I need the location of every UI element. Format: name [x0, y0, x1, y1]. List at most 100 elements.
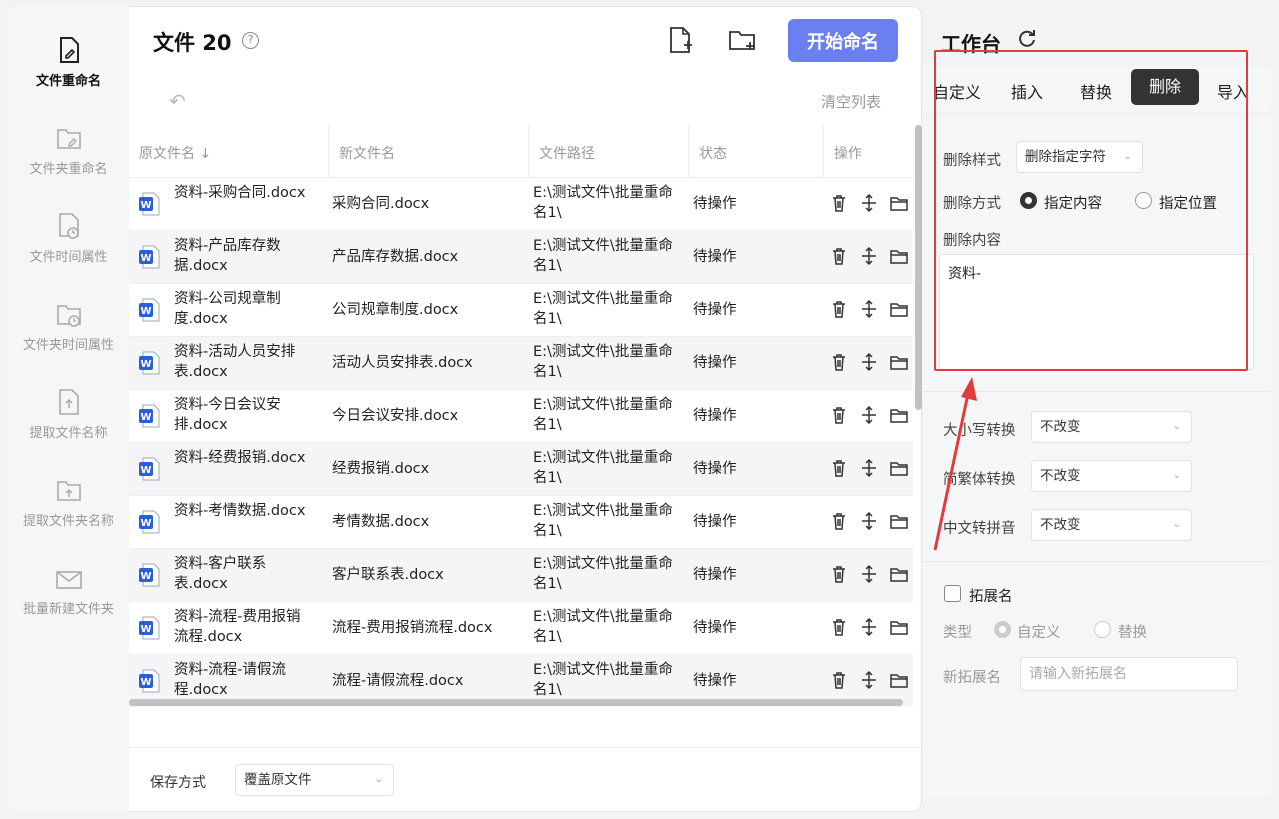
folder-extract-icon	[56, 481, 81, 501]
type-custom-radio[interactable]	[994, 621, 1011, 638]
move-icon[interactable]	[859, 299, 879, 319]
sidebar-item-batch-new-folder[interactable]: 批量新建文件夹	[8, 564, 129, 617]
move-icon[interactable]	[859, 405, 879, 425]
table-row[interactable]: W 资料-流程-费用报销流程.docx 流程-费用报销流程.docx E:\测试文件\…	[129, 601, 913, 654]
svg-text:W: W	[140, 518, 151, 529]
start-rename-button[interactable]: 开始命名	[788, 19, 898, 62]
trash-icon[interactable]	[829, 405, 849, 425]
file-edit-icon	[59, 37, 79, 63]
table-row[interactable]: W 资料-考情数据.docx 考情数据.docx E:\测试文件\批量重命名1\ 待操作	[129, 495, 913, 548]
vertical-scrollbar[interactable]	[915, 125, 922, 410]
original-name-cell: 资料-考情数据.docx	[174, 503, 306, 519]
open-folder-icon[interactable]	[889, 193, 909, 213]
new-name-cell: 考情数据.docx	[332, 514, 430, 530]
open-folder-icon[interactable]	[889, 617, 909, 637]
sidebar-item-file-time[interactable]: 文件时间属性	[8, 212, 129, 265]
traditional-select[interactable]: 不改变 ⌄	[1031, 460, 1192, 492]
move-icon[interactable]	[859, 511, 879, 531]
open-folder-icon[interactable]	[889, 299, 909, 319]
trash-icon[interactable]	[829, 458, 849, 478]
move-icon[interactable]	[859, 458, 879, 478]
sidebar-item-file-rename[interactable]: 文件重命名	[8, 36, 129, 89]
move-icon[interactable]	[859, 193, 879, 213]
status-cell: 待操作	[693, 620, 737, 636]
open-folder-icon[interactable]	[889, 564, 909, 584]
file-clock-icon	[58, 213, 79, 239]
row-actions	[829, 670, 909, 690]
add-file-icon[interactable]	[665, 25, 695, 55]
word-file-icon: W	[139, 404, 160, 428]
highlight-box	[934, 50, 1248, 371]
col-new-name: 新文件名	[339, 146, 395, 162]
new-extension-input[interactable]: 请输入新拓展名	[1020, 657, 1238, 691]
sidebar-item-folder-time[interactable]: 文件夹时间属性	[8, 300, 129, 353]
file-table: 原文件名 ↓ 新文件名 文件路径 状态 操作 W 资料-采购合同.docx 采购合同…	[129, 125, 913, 707]
chevron-down-icon: ⌄	[1172, 421, 1181, 432]
type-replace-radio[interactable]	[1094, 621, 1111, 638]
row-actions	[829, 193, 909, 213]
trash-icon[interactable]	[829, 617, 849, 637]
open-folder-icon[interactable]	[889, 670, 909, 690]
move-icon[interactable]	[859, 564, 879, 584]
sidebar-item-extract-folder-names[interactable]: 提取文件夹名称	[8, 476, 129, 529]
open-folder-icon[interactable]	[889, 352, 909, 372]
original-name-cell: 资料-产品库存数据.docx	[174, 238, 281, 274]
add-folder-icon[interactable]	[727, 25, 757, 55]
pinyin-select[interactable]: 不改变 ⌄	[1031, 509, 1192, 541]
table-row[interactable]: W 资料-经费报销.docx 经费报销.docx E:\测试文件\批量重命名1\ 待操作	[129, 442, 913, 495]
open-folder-icon[interactable]	[889, 458, 909, 478]
svg-text:W: W	[140, 571, 151, 582]
extension-checkbox[interactable]	[944, 585, 961, 602]
case-select[interactable]: 不改变 ⌄	[1031, 411, 1192, 443]
table-row[interactable]: W 资料-采购合同.docx 采购合同.docx E:\测试文件\批量重命名1\ 待操作	[129, 177, 913, 230]
trash-icon[interactable]	[829, 511, 849, 531]
clear-list-button[interactable]: 清空列表	[821, 91, 881, 112]
new-name-cell: 客户联系表.docx	[332, 567, 444, 583]
new-name-cell: 今日会议安排.docx	[332, 408, 459, 424]
sidebar-item-label: 文件时间属性	[29, 250, 108, 265]
move-icon[interactable]	[859, 617, 879, 637]
trash-icon[interactable]	[829, 299, 849, 319]
svg-text:W: W	[140, 412, 151, 423]
trash-icon[interactable]	[829, 193, 849, 213]
open-folder-icon[interactable]	[889, 405, 909, 425]
open-folder-icon[interactable]	[889, 246, 909, 266]
horizontal-scrollbar[interactable]	[129, 699, 903, 706]
table-row[interactable]: W 资料-公司规章制度.docx 公司规章制度.docx E:\测试文件\批量重命名1…	[129, 283, 913, 336]
new-name-cell: 产品库存数据.docx	[332, 249, 459, 265]
sidebar-item-extract-file-names[interactable]: 提取文件名称	[8, 388, 129, 441]
trash-icon[interactable]	[829, 246, 849, 266]
file-list-panel: 文件 20 ? 开始命名 ↶ 清空列表 原文件名 ↓ 新文件名 文件路径 状态 …	[129, 6, 922, 812]
original-name-cell: 资料-流程-费用报销流程.docx	[174, 609, 301, 645]
sidebar-item-folder-rename[interactable]: 文件夹重命名	[8, 124, 129, 177]
col-path: 文件路径	[539, 146, 595, 162]
help-icon[interactable]: ?	[242, 32, 259, 49]
row-actions	[829, 405, 909, 425]
path-cell: E:\测试文件\批量重命名1\	[533, 609, 673, 645]
move-icon[interactable]	[859, 246, 879, 266]
chevron-down-icon: ⌄	[1172, 519, 1181, 530]
move-icon[interactable]	[859, 670, 879, 690]
status-cell: 待操作	[693, 673, 737, 689]
table-header: 原文件名 ↓ 新文件名 文件路径 状态 操作	[129, 125, 913, 177]
undo-icon[interactable]: ↶	[169, 89, 186, 113]
svg-text:W: W	[140, 200, 151, 211]
table-row[interactable]: W 资料-活动人员安排表.docx 活动人员安排表.docx E:\测试文件\批量重命…	[129, 336, 913, 389]
save-mode-select[interactable]: 覆盖原文件 ⌄	[235, 764, 394, 796]
original-name-cell: 资料-客户联系表.docx	[174, 556, 267, 592]
trash-icon[interactable]	[829, 564, 849, 584]
table-row[interactable]: W 资料-今日会议安排.docx 今日会议安排.docx E:\测试文件\批量重命名1…	[129, 389, 913, 442]
refresh-icon[interactable]	[1017, 28, 1037, 48]
word-file-icon: W	[139, 298, 160, 322]
trash-icon[interactable]	[829, 670, 849, 690]
status-cell: 待操作	[693, 355, 737, 371]
table-row[interactable]: W 资料-产品库存数据.docx 产品库存数据.docx E:\测试文件\批量重命名1…	[129, 230, 913, 283]
table-row[interactable]: W 资料-客户联系表.docx 客户联系表.docx E:\测试文件\批量重命名1\ 待…	[129, 548, 913, 601]
type-label: 类型	[943, 625, 972, 641]
svg-text:W: W	[140, 677, 151, 688]
move-icon[interactable]	[859, 352, 879, 372]
row-actions	[829, 246, 909, 266]
col-original-name[interactable]: 原文件名 ↓	[139, 143, 211, 163]
open-folder-icon[interactable]	[889, 511, 909, 531]
trash-icon[interactable]	[829, 352, 849, 372]
